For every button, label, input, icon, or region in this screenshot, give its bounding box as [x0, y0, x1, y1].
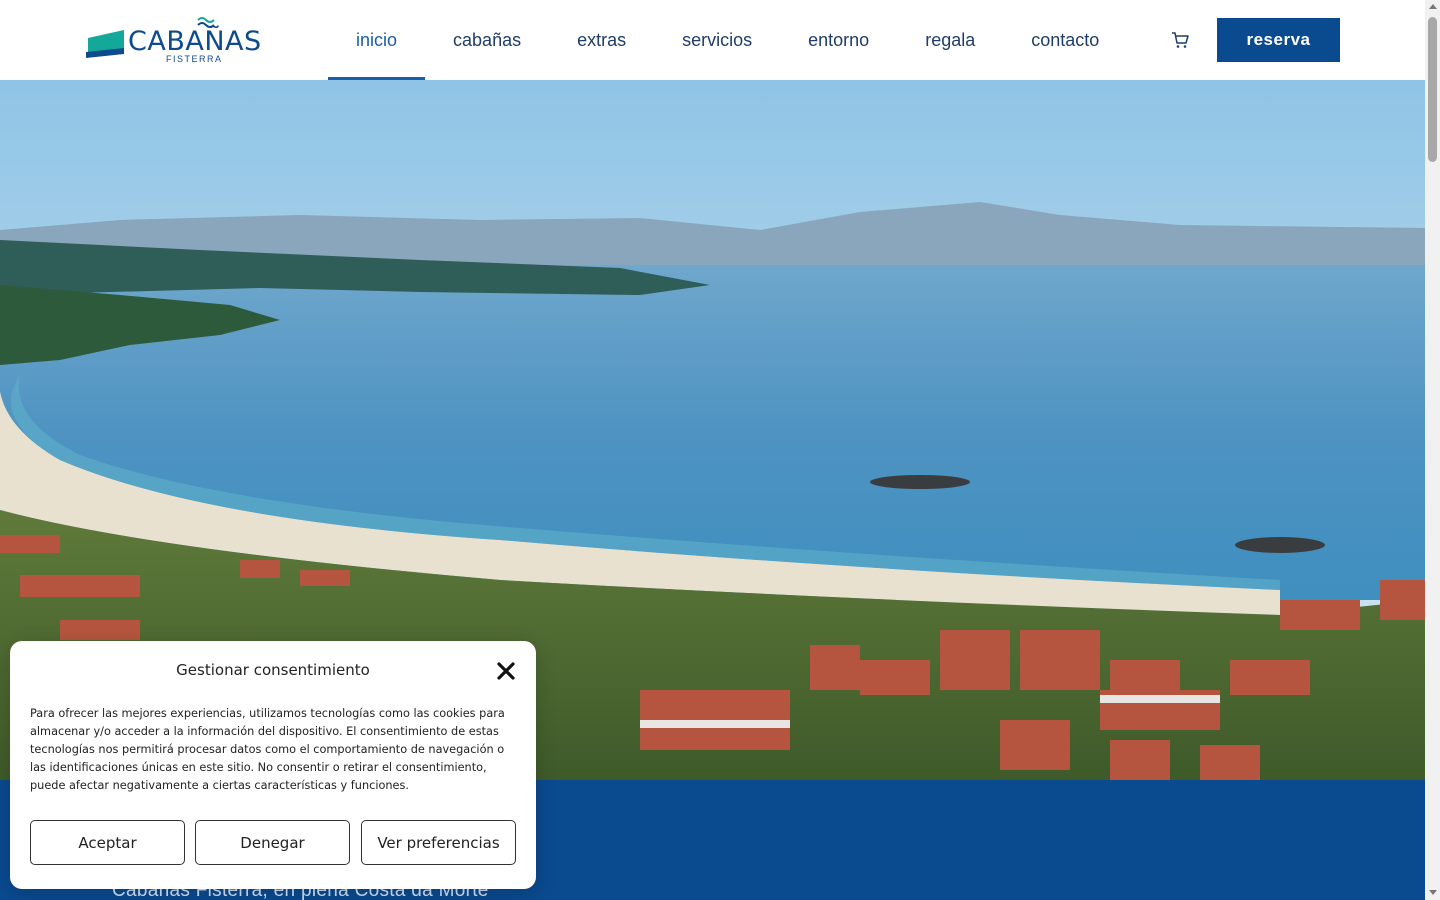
consent-title: Gestionar consentimiento: [176, 661, 370, 679]
consent-description: Para ofrecer las mejores experiencias, u…: [30, 707, 505, 792]
site-logo[interactable]: CABAÑAS FISTERRA: [86, 16, 261, 64]
nav-item-regala[interactable]: regala: [897, 0, 1003, 80]
preferences-button[interactable]: Ver preferencias: [361, 820, 516, 865]
main-nav: inicio cabañas extras servicios entorno …: [328, 0, 1127, 80]
accept-button[interactable]: Aceptar: [30, 820, 185, 865]
nav-item-entorno[interactable]: entorno: [780, 0, 897, 80]
reserva-button[interactable]: reserva: [1217, 18, 1340, 62]
logo-mark-icon: [86, 30, 124, 58]
scroll-down-arrow-icon[interactable]: [1429, 890, 1437, 895]
page-scrollbar[interactable]: [1425, 0, 1440, 900]
deny-button[interactable]: Denegar: [195, 820, 350, 865]
nav-item-extras[interactable]: extras: [549, 0, 654, 80]
nav-item-inicio[interactable]: inicio: [328, 0, 426, 80]
shopping-cart-icon[interactable]: [1170, 30, 1190, 50]
cookie-consent-dialog: Gestionar consentimiento Para ofrecer la…: [10, 641, 536, 889]
logo-wordmark: CABAÑAS: [128, 26, 262, 57]
scroll-thumb[interactable]: [1428, 17, 1437, 162]
nav-item-cabanas[interactable]: cabañas: [425, 0, 549, 80]
scroll-up-arrow-icon[interactable]: [1429, 4, 1437, 9]
close-icon[interactable]: [496, 661, 516, 681]
site-header: CABAÑAS FISTERRA inicio cabañas extras s…: [0, 0, 1425, 80]
nav-item-servicios[interactable]: servicios: [654, 0, 780, 80]
logo-subtitle: FISTERRA: [166, 54, 223, 64]
nav-item-contacto[interactable]: contacto: [1003, 0, 1127, 80]
